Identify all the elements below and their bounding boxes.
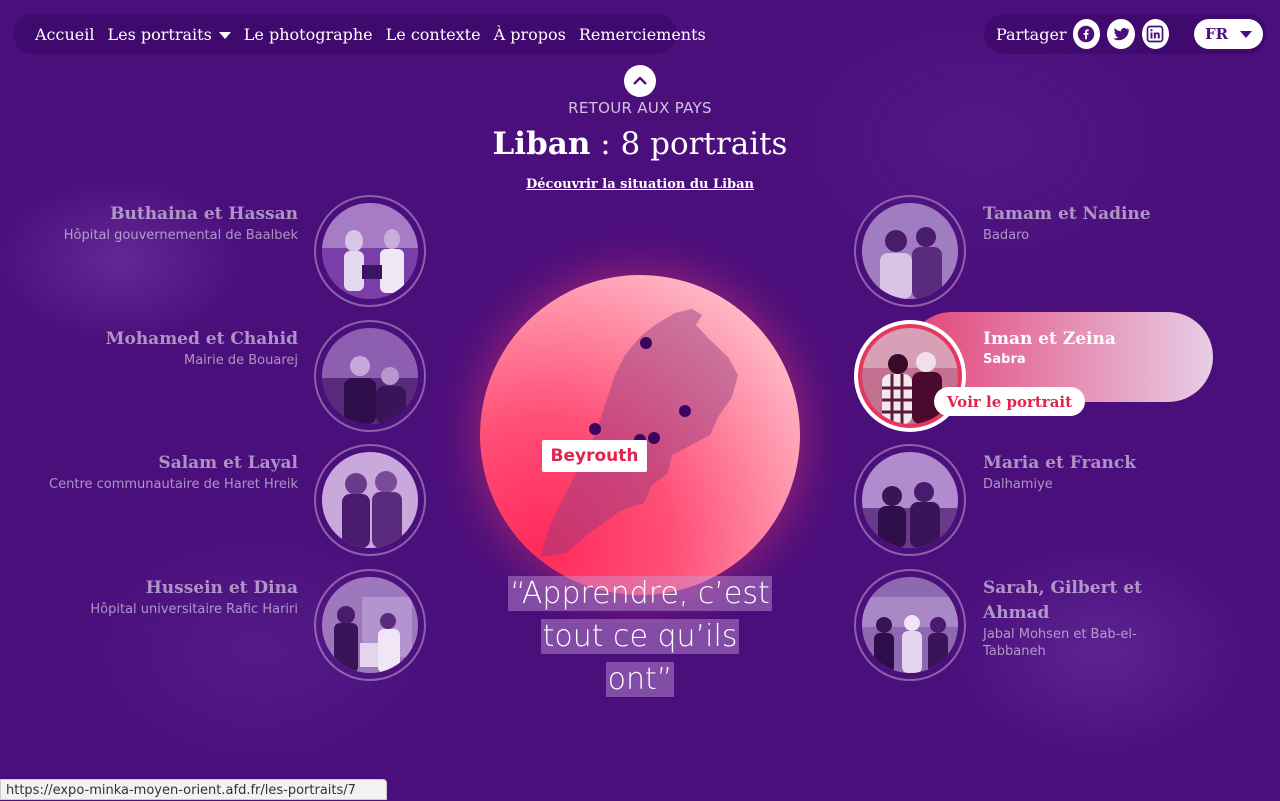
nav-les-portraits[interactable]: Les portraits [107, 24, 231, 44]
main-nav: Accueil Les portraits Le photographe Le … [13, 14, 706, 54]
portrait-photo [322, 452, 418, 548]
share-label: Partager [996, 24, 1067, 44]
discover-country-link[interactable]: Découvrir la situation du Liban [0, 177, 1280, 192]
map-dot[interactable] [640, 337, 652, 349]
nav-le-contexte[interactable]: Le contexte [386, 25, 481, 44]
portrait-photo [322, 203, 418, 299]
nav-remerciements[interactable]: Remerciements [579, 25, 706, 44]
city-label-beyrouth[interactable]: Beyrouth [542, 440, 647, 472]
nav-accueil[interactable]: Accueil [35, 25, 94, 44]
portrait-thumbnail[interactable] [854, 195, 966, 307]
view-portrait-button[interactable]: Voir le portrait [934, 387, 1085, 416]
status-bar-url: https://expo-minka-moyen-orient.afd.fr/l… [0, 779, 387, 800]
portrait-thumbnail[interactable] [314, 195, 426, 307]
portrait-thumbnail[interactable] [854, 444, 966, 556]
portrait-name: Salam et Layal [158, 453, 298, 473]
caret-down-icon [218, 31, 231, 39]
portrait-photo [862, 203, 958, 299]
back-to-countries-label[interactable]: RETOUR AUX PAYS [0, 99, 1280, 117]
map-dot[interactable] [589, 423, 601, 435]
portrait-thumbnail[interactable] [314, 320, 426, 432]
portrait-count: : 8 portraits [590, 126, 788, 162]
portrait-name: Buthaina et Hassan [110, 204, 298, 224]
page-title: Liban : 8 portraits [0, 126, 1280, 162]
country-name: Liban [492, 126, 591, 162]
portrait-thumbnail[interactable] [314, 444, 426, 556]
portrait-photo [862, 452, 958, 548]
back-to-countries-button[interactable] [624, 65, 656, 97]
share-bar: Partager FR [984, 14, 1267, 54]
portrait-name: Mohamed et Chahid [105, 329, 298, 349]
active-portrait-name: Iman et Zeina [983, 329, 1116, 349]
portrait-entry[interactable]: Maria et Franck Dalhamiye [983, 451, 1173, 493]
nav-a-propos[interactable]: À propos [494, 25, 566, 44]
portrait-entry[interactable]: Buthaina et Hassan Hôpital gouvernementa… [40, 202, 298, 244]
language-select[interactable]: FR [1194, 19, 1263, 49]
portrait-place: Mairie de Bouarej [183, 353, 298, 368]
facebook-icon[interactable] [1072, 19, 1101, 49]
active-portrait-place: Sabra [983, 352, 1026, 367]
portrait-entry[interactable]: Mohamed et Chahid Mairie de Bouarej [40, 327, 298, 369]
portrait-place: Dalhamiye [983, 477, 1053, 492]
portrait-entry[interactable]: Tamam et Nadine Badaro [983, 202, 1173, 244]
chevron-up-icon [633, 76, 647, 85]
nav-le-photographe[interactable]: Le photographe [244, 25, 373, 44]
language-label: FR [1205, 25, 1229, 43]
map-dot[interactable] [648, 432, 660, 444]
portrait-place: Badaro [983, 228, 1030, 243]
portrait-place: Hôpital gouvernemental de Baalbek [63, 228, 298, 243]
portrait-name: Maria et Franck [983, 453, 1136, 473]
portrait-place: Centre communautaire de Haret Hreik [49, 477, 298, 492]
quote-line: tout ce qu’ils [540, 619, 740, 654]
twitter-icon[interactable] [1107, 19, 1135, 49]
portrait-entry[interactable]: Salam et Layal Centre communautaire de H… [40, 451, 298, 493]
quote-line: “Apprendre, c’est [508, 576, 772, 611]
nav-les-portraits-label: Les portraits [107, 24, 212, 44]
caret-down-icon [1240, 30, 1253, 38]
portrait-name: Tamam et Nadine [983, 204, 1151, 224]
portrait-photo [322, 328, 418, 424]
quote-line: ont” [605, 662, 675, 697]
map-dot[interactable] [679, 405, 691, 417]
lebanon-shape [540, 309, 738, 557]
portrait-quote: “Apprendre, c’est tout ce qu’ils ont” [0, 572, 1280, 701]
linkedin-icon[interactable] [1141, 19, 1170, 49]
lebanon-map [540, 309, 738, 557]
